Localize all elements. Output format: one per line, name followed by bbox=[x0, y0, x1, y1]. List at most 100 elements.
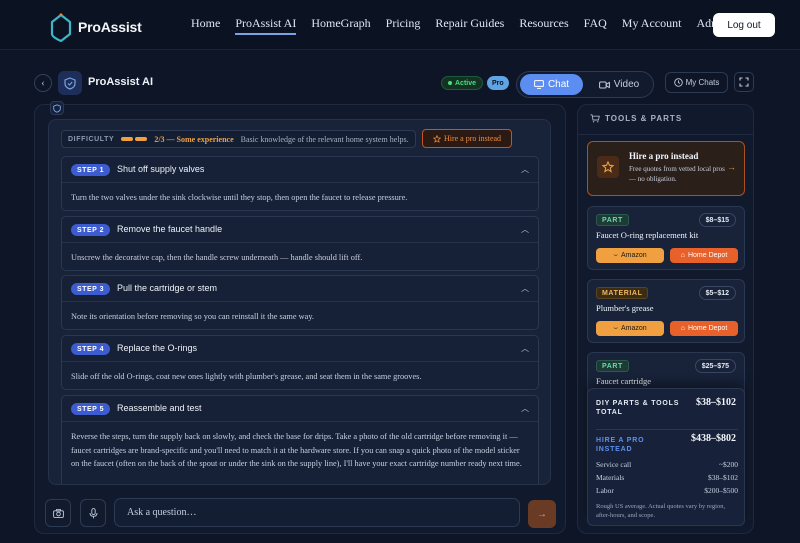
hire-pro-card[interactable]: Hire a pro instead Free quotes from vett… bbox=[587, 141, 745, 196]
arrow-right-icon: → bbox=[727, 162, 736, 172]
shield-icon bbox=[53, 103, 61, 113]
difficulty-bar-1 bbox=[121, 137, 134, 141]
video-mode-label: Video bbox=[613, 79, 640, 90]
assistant-message-avatar bbox=[50, 101, 64, 115]
fullscreen-button[interactable] bbox=[734, 72, 754, 92]
difficulty-meter bbox=[121, 137, 148, 141]
chevron-up-icon[interactable]: ︿ bbox=[521, 343, 529, 354]
hire-pro-icon-box bbox=[597, 156, 619, 178]
part-card-plumbers-grease: MATERIAL $5–$12 Plumber's grease ⌣ Amazo… bbox=[587, 279, 745, 343]
cost-row-label: Service call bbox=[596, 460, 632, 469]
tools-parts-panel: TOOLS & PARTS Hire a pro instead Free qu… bbox=[577, 104, 754, 534]
nav-repair-guides[interactable]: Repair Guides bbox=[435, 16, 504, 35]
hire-pro-inline-label: Hire a pro instead bbox=[443, 134, 502, 143]
step-5-pill: STEP 5 bbox=[71, 403, 110, 415]
amazon-label: Amazon bbox=[620, 325, 647, 332]
price-badge: $5–$12 bbox=[698, 286, 736, 300]
step-2-pill: STEP 2 bbox=[71, 224, 110, 236]
step-5-header[interactable]: STEP 5 Reassemble and test ︿ bbox=[62, 396, 538, 422]
tier-badge: Pro bbox=[487, 76, 509, 90]
difficulty-description: Basic knowledge of the relevant home sys… bbox=[240, 134, 409, 144]
step-3: STEP 3 Pull the cartridge or stem ︿ Note… bbox=[61, 275, 539, 330]
nav-homegraph[interactable]: HomeGraph bbox=[311, 16, 370, 35]
cost-row-labor: Labor $200–$500 bbox=[596, 486, 738, 495]
step-3-title: Pull the cartridge or stem bbox=[117, 283, 218, 293]
brand-name: ProAssist bbox=[78, 19, 142, 35]
price-badge: $8–$15 bbox=[698, 213, 736, 227]
step-1-header[interactable]: STEP 1 Shut off supply valves ︿ bbox=[62, 157, 538, 183]
amazon-button[interactable]: ⌣ Amazon bbox=[596, 248, 664, 263]
camera-button[interactable] bbox=[45, 499, 71, 527]
difficulty-bar-2 bbox=[135, 137, 148, 141]
my-chats-button[interactable]: My Chats bbox=[665, 72, 728, 93]
material-tag: MATERIAL bbox=[596, 287, 649, 299]
amazon-icon: ⌣ bbox=[613, 324, 618, 332]
diy-total-label: DIY PARTS & TOOLS TOTAL bbox=[596, 400, 680, 416]
cost-row-label: Materials bbox=[596, 473, 625, 482]
cart-icon bbox=[590, 114, 600, 123]
difficulty-score: 2/3 — Some experience bbox=[154, 134, 234, 144]
nav-faq[interactable]: FAQ bbox=[584, 16, 607, 35]
cost-row-service-call: Service call ~$200 bbox=[596, 460, 738, 469]
house-shield-icon bbox=[50, 13, 72, 42]
divider bbox=[596, 429, 738, 430]
home-depot-button[interactable]: ⌂ Home Depot bbox=[670, 321, 738, 336]
chevron-left-icon: ‹ bbox=[41, 77, 45, 89]
step-4-header[interactable]: STEP 4 Replace the O-rings ︿ bbox=[62, 336, 538, 362]
mode-toggle: Chat Video bbox=[516, 71, 654, 98]
home-icon: ⌂ bbox=[680, 252, 685, 259]
part-name: Plumber's grease bbox=[596, 303, 654, 313]
chevron-up-icon[interactable]: ︿ bbox=[521, 283, 529, 294]
back-button[interactable]: ‹ bbox=[34, 74, 52, 92]
camera-icon bbox=[52, 508, 64, 518]
assistant-avatar bbox=[58, 71, 82, 95]
step-1-title: Shut off supply valves bbox=[117, 164, 205, 174]
step-3-header[interactable]: STEP 3 Pull the cartridge or stem ︿ bbox=[62, 276, 538, 302]
cost-totals-card: DIY PARTS & TOOLS TOTAL $38–$102 HIRE A … bbox=[587, 388, 745, 526]
home-depot-label: Home Depot bbox=[687, 252, 728, 259]
step-2-title: Remove the faucet handle bbox=[117, 224, 223, 234]
nav-links: Home ProAssist AI HomeGraph Pricing Repa… bbox=[191, 16, 745, 35]
diy-total-value: $38–$102 bbox=[696, 397, 736, 408]
cost-row-value: ~$200 bbox=[718, 460, 738, 469]
part-tag: PART bbox=[596, 214, 629, 226]
nav-pricing[interactable]: Pricing bbox=[386, 16, 421, 35]
divider bbox=[578, 134, 753, 135]
home-depot-label: Home Depot bbox=[687, 325, 728, 332]
hire-pro-inline-button[interactable]: Hire a pro instead bbox=[422, 129, 512, 148]
logout-button[interactable]: Log out bbox=[713, 13, 775, 37]
expand-icon bbox=[739, 77, 749, 87]
chat-mode-button[interactable]: Chat bbox=[520, 74, 583, 95]
arrow-right-icon: → bbox=[537, 508, 547, 520]
microphone-button[interactable] bbox=[80, 499, 106, 527]
step-4: STEP 4 Replace the O-rings ︿ Slide off t… bbox=[61, 335, 539, 390]
difficulty-indicator: DIFFICULTY 2/3 — Some experience Basic k… bbox=[61, 130, 416, 148]
cost-disclaimer: Rough US average. Actual quotes vary by … bbox=[596, 503, 726, 519]
step-2: STEP 2 Remove the faucet handle ︿ Unscre… bbox=[61, 216, 539, 271]
pro-total-value: $438–$802 bbox=[691, 433, 736, 444]
video-mode-button[interactable]: Video bbox=[587, 74, 651, 95]
monitor-icon bbox=[534, 80, 544, 89]
nav-proassist-ai[interactable]: ProAssist AI bbox=[235, 16, 297, 35]
amazon-icon: ⌣ bbox=[613, 251, 618, 259]
amazon-button[interactable]: ⌣ Amazon bbox=[596, 321, 664, 336]
part-card-oring-kit: PART $8–$15 Faucet O-ring replacement ki… bbox=[587, 206, 745, 270]
step-1-body: Turn the two valves under the sink clock… bbox=[71, 193, 408, 202]
question-input[interactable]: Ask a question… bbox=[114, 498, 520, 527]
step-1: STEP 1 Shut off supply valves ︿ Turn the… bbox=[61, 156, 539, 211]
home-depot-button[interactable]: ⌂ Home Depot bbox=[670, 248, 738, 263]
nav-home[interactable]: Home bbox=[191, 16, 220, 35]
step-1-pill: STEP 1 bbox=[71, 164, 110, 176]
chevron-up-icon[interactable]: ︿ bbox=[521, 164, 529, 175]
step-2-header[interactable]: STEP 2 Remove the faucet handle ︿ bbox=[62, 217, 538, 243]
chevron-up-icon[interactable]: ︿ bbox=[521, 403, 529, 414]
status-badge-label: Active bbox=[455, 79, 477, 87]
part-tag: PART bbox=[596, 360, 629, 372]
nav-my-account[interactable]: My Account bbox=[622, 16, 682, 35]
chevron-up-icon[interactable]: ︿ bbox=[521, 224, 529, 235]
top-navigation: ProAssist Home ProAssist AI HomeGraph Pr… bbox=[0, 0, 800, 50]
brand-logo[interactable]: ProAssist bbox=[50, 12, 142, 42]
send-button[interactable]: → bbox=[528, 500, 556, 528]
nav-resources[interactable]: Resources bbox=[519, 16, 568, 35]
tools-header: TOOLS & PARTS bbox=[590, 114, 682, 123]
